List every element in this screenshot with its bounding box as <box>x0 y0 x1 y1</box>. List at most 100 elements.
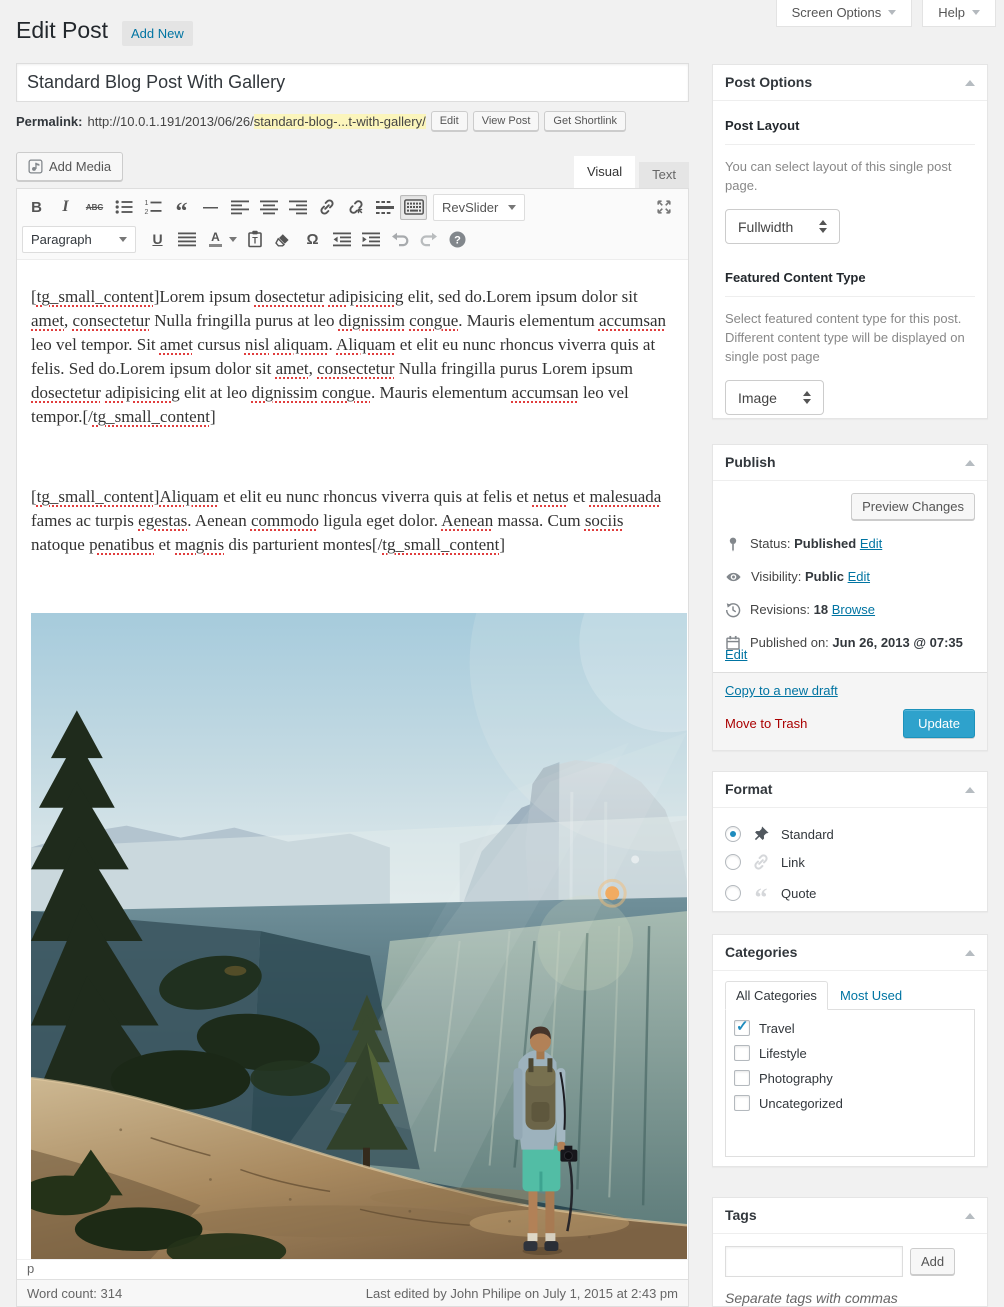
status-row: Status: Published Edit <box>725 536 975 552</box>
add-tag-button[interactable]: Add <box>910 1248 955 1275</box>
add-new-button[interactable]: Add New <box>122 21 193 46</box>
format-header[interactable]: Format <box>713 772 987 808</box>
align-center-button[interactable] <box>255 195 282 220</box>
category-item[interactable]: Lifestyle <box>734 1045 966 1061</box>
indent-button[interactable] <box>357 227 384 252</box>
category-item[interactable]: Uncategorized <box>734 1095 966 1111</box>
misspelled-word: accumsan <box>599 311 666 330</box>
editor-box: B I ABC 12 “ — <box>16 188 689 1307</box>
preview-changes-button[interactable]: Preview Changes <box>851 493 975 520</box>
checkbox-icon[interactable] <box>734 1095 750 1111</box>
align-left-button[interactable] <box>226 195 253 220</box>
format-option-quote[interactable]: “ Quote <box>725 881 975 905</box>
format-option-link[interactable]: Link <box>725 853 975 871</box>
text-color-caret-button[interactable] <box>227 227 239 252</box>
post-layout-select[interactable]: Fullwidth <box>725 209 840 244</box>
checkbox-checked-icon[interactable] <box>734 1020 750 1036</box>
view-post-button[interactable]: View Post <box>473 111 540 131</box>
screen-options-button[interactable]: Screen Options <box>776 0 913 27</box>
status-edit-link[interactable]: Edit <box>860 536 882 551</box>
post-options-title: Post Options <box>725 74 812 90</box>
special-character-button[interactable]: Ω <box>299 227 326 252</box>
clear-formatting-button[interactable] <box>270 227 297 252</box>
misspelled-word: amet <box>31 311 64 330</box>
collapse-icon <box>965 945 975 956</box>
link-button[interactable] <box>313 195 340 220</box>
checkbox-icon[interactable] <box>734 1045 750 1061</box>
redo-button[interactable] <box>415 227 442 252</box>
bullet-list-button[interactable] <box>110 195 137 220</box>
featured-content-select[interactable]: Image <box>725 380 824 415</box>
category-item[interactable]: Travel <box>734 1020 966 1036</box>
paste-as-text-button[interactable]: T <box>241 227 268 252</box>
tab-most-used[interactable]: Most Used <box>828 982 914 1009</box>
update-button[interactable]: Update <box>903 709 975 738</box>
format-panel: Format Standard Link “ Quote <box>712 771 988 912</box>
align-right-button[interactable] <box>284 195 311 220</box>
tags-input[interactable] <box>725 1246 903 1277</box>
publishing-actions: Copy to a new draft Move to Trash Update <box>713 672 987 750</box>
collapse-icon <box>965 782 975 793</box>
publish-title: Publish <box>725 454 776 470</box>
format-radio[interactable] <box>725 826 741 842</box>
unlink-button[interactable] <box>342 195 369 220</box>
italic-button[interactable]: I <box>52 195 79 220</box>
revslider-dropdown[interactable]: RevSlider <box>433 194 525 221</box>
kitchen-sink-toggle-button[interactable] <box>400 195 427 220</box>
revisions-clock-icon <box>725 602 741 618</box>
eye-icon <box>725 569 742 585</box>
misspelled-word: tg_small_content <box>93 407 210 426</box>
undo-button[interactable] <box>386 227 413 252</box>
misspelled-word: amet <box>276 359 309 378</box>
category-item[interactable]: Photography <box>734 1070 966 1086</box>
revisions-browse-link[interactable]: Browse <box>832 602 875 617</box>
misspelled-word: dosectetur <box>31 383 101 402</box>
strikethrough-button[interactable]: ABC <box>81 195 108 220</box>
format-radio[interactable] <box>725 854 741 870</box>
help-button[interactable]: Help <box>922 0 996 27</box>
tab-visual[interactable]: Visual <box>574 156 635 189</box>
get-shortlink-button[interactable]: Get Shortlink <box>544 111 626 131</box>
misspelled-word: commodo <box>251 511 319 530</box>
paragraph-select[interactable]: Paragraph <box>22 226 136 253</box>
misspelled-word: egestas <box>138 511 187 530</box>
featured-content-value: Image <box>738 390 777 406</box>
quote-icon: “ <box>755 891 768 905</box>
editor-paragraphs: [tg_small_content]Lorem ipsum dosectetur… <box>31 285 686 597</box>
more-tag-button[interactable] <box>371 195 398 220</box>
help-button[interactable]: ? <box>444 227 471 252</box>
post-title-input[interactable] <box>16 63 689 102</box>
permalink-edit-button[interactable]: Edit <box>431 111 468 131</box>
copy-to-draft-link[interactable]: Copy to a new draft <box>725 683 838 698</box>
permalink-slug[interactable]: standard-blog-...t-with-gallery/ <box>254 114 426 129</box>
format-radio[interactable] <box>725 885 741 901</box>
horizontal-rule-button[interactable]: — <box>197 195 224 220</box>
misspelled-word: tg_small_content <box>37 487 154 506</box>
checkbox-icon[interactable] <box>734 1070 750 1086</box>
numbered-list-button[interactable]: 12 <box>139 195 166 220</box>
word-count: Word count: 314 <box>27 1286 122 1301</box>
visibility-edit-link[interactable]: Edit <box>848 569 870 584</box>
categories-header[interactable]: Categories <box>713 935 987 971</box>
published-on-edit-link[interactable]: Edit <box>725 647 747 662</box>
link-icon <box>752 853 770 871</box>
editor-element-path[interactable]: p <box>17 1259 688 1279</box>
tags-header[interactable]: Tags <box>713 1198 987 1234</box>
tab-all-categories[interactable]: All Categories <box>725 981 828 1010</box>
fullscreen-button[interactable] <box>650 195 677 220</box>
post-options-header[interactable]: Post Options <box>713 65 987 101</box>
divider <box>725 144 975 145</box>
text-color-button[interactable]: A <box>202 227 229 252</box>
editor-content-area[interactable]: [tg_small_content]Lorem ipsum dosectetur… <box>17 260 688 1259</box>
bold-button[interactable]: B <box>23 195 50 220</box>
outdent-button[interactable] <box>328 227 355 252</box>
move-to-trash-link[interactable]: Move to Trash <box>725 716 807 731</box>
post-photo-yosemite[interactable] <box>31 613 687 1259</box>
publish-header[interactable]: Publish <box>713 445 987 481</box>
underline-button[interactable]: U <box>144 227 171 252</box>
format-option-standard[interactable]: Standard <box>725 825 975 843</box>
justify-button[interactable] <box>173 227 200 252</box>
featured-content-description: Select featured content type for this po… <box>725 309 975 366</box>
blockquote-button[interactable]: “ <box>168 195 195 220</box>
tab-text[interactable]: Text <box>639 162 689 189</box>
